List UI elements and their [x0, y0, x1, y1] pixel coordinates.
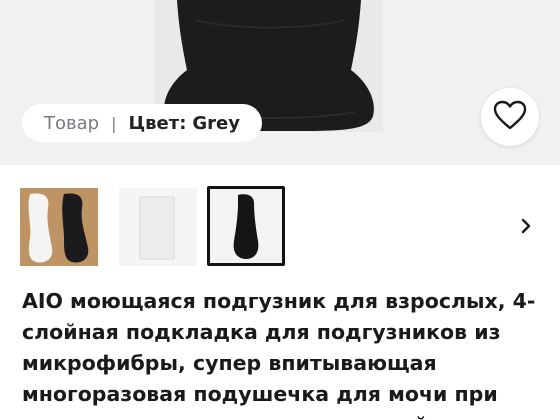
product-gallery[interactable]: Товар | Цвет: Grey [0, 0, 560, 165]
thumbnail-grey-pad[interactable] [119, 188, 197, 266]
thumbnails-next-button[interactable] [512, 214, 540, 242]
product-title: AIO моющаяся подгузник для взрослых, 4-с… [22, 289, 536, 420]
product-label: Товар [44, 112, 100, 134]
chevron-right-icon [519, 217, 533, 239]
product-page: Товар | Цвет: Grey AIO моющаяся подгузни… [0, 0, 560, 420]
favorite-button[interactable] [481, 88, 539, 146]
thumbnail-black-pad[interactable] [207, 186, 285, 266]
pill-separator: | [111, 113, 117, 133]
color-value: Grey [192, 112, 240, 134]
thumbnail-white-and-black-pads[interactable] [20, 188, 98, 266]
variant-pill[interactable]: Товар | Цвет: Grey [22, 104, 262, 142]
thumbnail-strip [0, 180, 560, 272]
color-label: Цвет: [128, 112, 187, 134]
heart-outline-icon [493, 100, 527, 134]
